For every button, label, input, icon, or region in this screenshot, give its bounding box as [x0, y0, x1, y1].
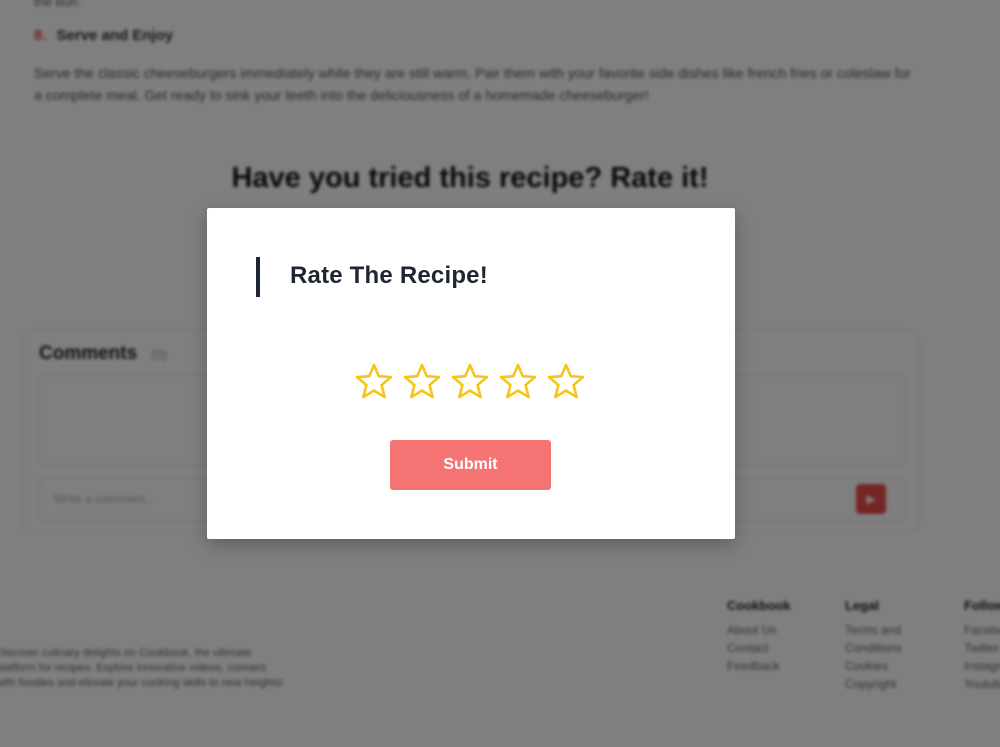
star-rating [354, 362, 586, 402]
star-outline-icon[interactable] [546, 362, 586, 402]
modal-title: Rate The Recipe! [290, 262, 488, 289]
star-outline-icon[interactable] [498, 362, 538, 402]
star-outline-icon[interactable] [450, 362, 490, 402]
star-outline-icon[interactable] [402, 362, 442, 402]
title-accent-bar [256, 257, 260, 297]
star-outline-icon[interactable] [354, 362, 394, 402]
submit-rating-button[interactable]: Submit [390, 440, 551, 490]
rate-recipe-modal: Rate The Recipe! Submit [207, 208, 735, 539]
